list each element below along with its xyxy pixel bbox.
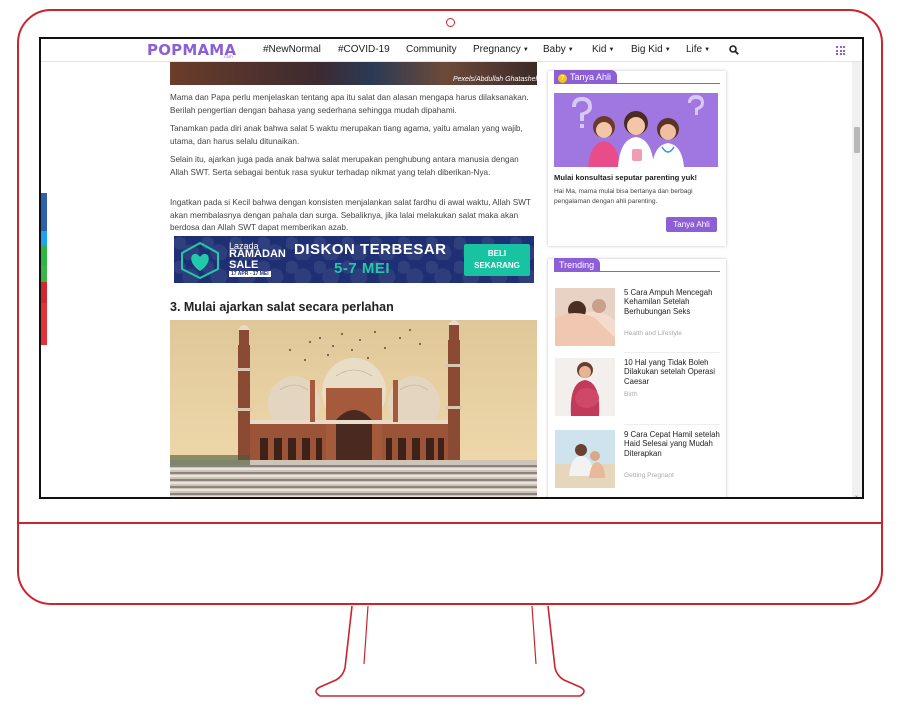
- scrollbar-thumb[interactable]: [854, 127, 860, 153]
- chevron-down-icon: ▼: [704, 47, 711, 53]
- site-logo-domain: .com: [223, 54, 233, 59]
- share-strip: [41, 303, 47, 345]
- nav-item-baby[interactable]: Baby ▼: [543, 44, 574, 55]
- trending-divider: [624, 424, 720, 425]
- monitor-mockup: POPMAMA .com #NewNormal #COVID-19 Commun…: [0, 0, 900, 710]
- nav-item-kid[interactable]: Kid ▼: [592, 44, 614, 55]
- trending-category: Getting Pregnant: [624, 472, 674, 479]
- grid-menu-icon[interactable]: [836, 46, 845, 55]
- top-navbar: POPMAMA .com #NewNormal #COVID-19 Commun…: [41, 39, 862, 62]
- trending-tab: Trending: [554, 258, 601, 272]
- heart-lantern-icon: [181, 241, 219, 280]
- experts-illustration: [554, 93, 718, 167]
- trending-thumbnail: [555, 430, 615, 488]
- scroll-down-arrow-icon[interactable]: ⌄: [854, 493, 859, 498]
- nav-item-newnormal[interactable]: #NewNormal: [263, 44, 321, 55]
- nav-item-community[interactable]: Community: [406, 44, 457, 55]
- trending-category: Health and Lifestyle: [624, 330, 682, 337]
- share-strip: [41, 231, 47, 246]
- lazada-ad-banner[interactable]: Lazada RAMADAN SALE 17 APR - 17 MEI DISKO…: [174, 236, 534, 283]
- banner-headline: DISKON TERBESAR: [294, 241, 447, 258]
- trending-category: Birth: [624, 391, 638, 398]
- article-paragraph: Mama dan Papa perlu menjelaskan tentang …: [170, 93, 529, 115]
- trending-item[interactable]: 10 Hal yang Tidak Boleh Dilakukan setela…: [554, 358, 720, 425]
- tanya-ahli-button[interactable]: Tanya Ahli: [666, 217, 717, 232]
- trending-title[interactable]: 5 Cara Ampuh Mencegah Kehamilan Setelah …: [624, 288, 720, 316]
- mosque-photo: [170, 320, 537, 497]
- trending-card: Trending 5 Cara Ampuh Mencegah Kehamilan…: [548, 258, 726, 497]
- webcam-dot: [446, 18, 455, 27]
- banner-cta-button[interactable]: BELI SEKARANG: [464, 244, 530, 276]
- share-strip: [41, 282, 47, 303]
- tanya-ahli-card: ? Tanya Ahli Mulai konsultasi seputar par…: [548, 70, 726, 246]
- chevron-down-icon: ▼: [567, 47, 574, 53]
- nav-item-pregnancy[interactable]: Pregnancy ▼: [473, 44, 529, 55]
- share-strip: [41, 193, 47, 231]
- trending-item[interactable]: 9 Cara Cepat Hamil setelah Haid Selesai …: [554, 430, 720, 496]
- chevron-down-icon: ▼: [664, 47, 671, 53]
- trending-divider: [624, 352, 720, 353]
- chevron-down-icon: ▼: [608, 47, 615, 53]
- article-paragraph: Ingatkan pada si Kecil bahwa dengan kons…: [170, 198, 531, 233]
- monitor-chin-divider: [17, 522, 883, 524]
- share-strip: [41, 246, 47, 266]
- trending-thumbnail: [555, 358, 615, 416]
- card-divider: [554, 271, 720, 272]
- search-icon[interactable]: [729, 45, 739, 55]
- card-divider: [554, 83, 720, 84]
- trending-item[interactable]: 5 Cara Ampuh Mencegah Kehamilan Setelah …: [554, 288, 720, 354]
- tanya-ahli-tab: ? Tanya Ahli: [554, 70, 618, 84]
- question-badge-icon: ?: [558, 74, 567, 83]
- chevron-down-icon: ▼: [522, 47, 529, 53]
- nav-item-big-kid[interactable]: Big Kid ▼: [631, 44, 671, 55]
- image-credit: Pexels/Abdullah Ghatasheh: [453, 76, 540, 83]
- tanya-ahli-title: Mulai konsultasi seputar parenting yuk!: [554, 173, 698, 182]
- trending-thumbnail: [555, 288, 615, 346]
- banner-dates: 17 APR - 17 MEI: [229, 271, 271, 277]
- nav-item-life[interactable]: Life ▼: [686, 44, 710, 55]
- article-paragraph: Tanamkan pada diri anak bahwa salat 5 wa…: [170, 124, 523, 146]
- trending-title[interactable]: 9 Cara Cepat Hamil setelah Haid Selesai …: [624, 430, 720, 458]
- page-scrollbar[interactable]: ⌄: [852, 62, 862, 498]
- tanya-ahli-description: Hai Ma, mama mulai bisa bertanya dan ber…: [554, 188, 693, 205]
- trending-title[interactable]: 10 Hal yang Tidak Boleh Dilakukan setela…: [624, 358, 720, 386]
- nav-item-covid19[interactable]: #COVID-19: [338, 44, 390, 55]
- banner-campaign: RAMADAN SALE: [229, 248, 286, 271]
- browser-screen: POPMAMA .com #NewNormal #COVID-19 Commun…: [39, 37, 864, 499]
- section-heading: 3. Mulai ajarkan salat secara perlahan: [170, 300, 394, 314]
- banner-subhead: 5-7 MEI: [334, 260, 391, 277]
- article-paragraph: Selain itu, ajarkan juga pada anak bahwa…: [170, 155, 519, 177]
- share-strip: [41, 266, 47, 282]
